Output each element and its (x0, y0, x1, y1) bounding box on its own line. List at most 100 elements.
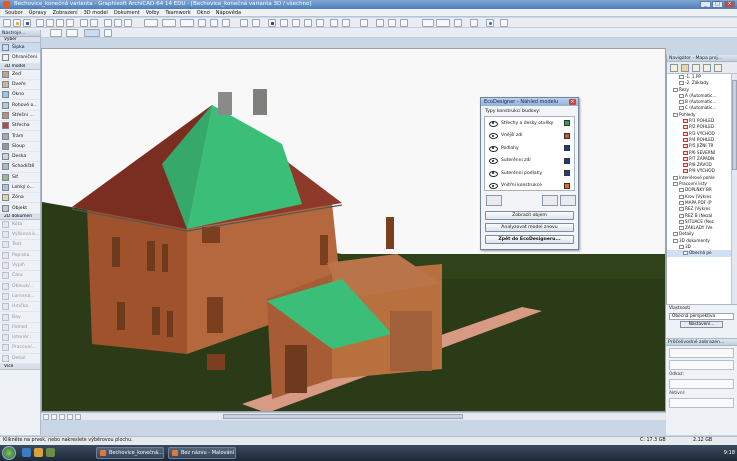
tool-item[interactable]: Objekt (0, 203, 40, 214)
zoom-out-icon[interactable] (51, 414, 57, 420)
menu-document[interactable]: Dokument (111, 10, 143, 16)
reference-field[interactable] (669, 379, 734, 389)
worksheet-icon[interactable] (342, 19, 350, 27)
ie-icon[interactable] (22, 448, 31, 457)
menu-edit[interactable]: Úpravy (26, 10, 50, 16)
tool-item[interactable]: Trám (0, 131, 40, 142)
tool-item[interactable]: Detail (0, 354, 40, 364)
tool-item[interactable]: Výšková k... (0, 230, 40, 241)
color-swatch[interactable] (564, 170, 570, 176)
tool-item[interactable]: Lomená... (0, 292, 40, 303)
render-icon[interactable] (376, 19, 384, 27)
display-options-icon[interactable] (422, 19, 434, 27)
marquee-rect-icon[interactable] (50, 29, 62, 37)
trace-options-row[interactable] (669, 360, 734, 370)
color-swatch[interactable] (564, 120, 570, 126)
detail-icon[interactable] (316, 19, 324, 27)
close-button[interactable]: × (724, 1, 735, 8)
marquee-active-icon[interactable] (84, 29, 100, 37)
layout-book-icon[interactable] (692, 64, 700, 72)
3d-window-icon[interactable] (268, 19, 276, 27)
tool-item[interactable]: Sloup (0, 142, 40, 152)
tool-item[interactable]: Hrnčka (0, 302, 40, 313)
tool-item[interactable]: Zóna (0, 193, 40, 204)
structure-type-row[interactable]: Podlahy (485, 142, 574, 155)
menu-teamwork[interactable]: Teamwork (162, 10, 193, 16)
toggle-tool-icon[interactable] (542, 195, 558, 206)
selection-tool-icon[interactable] (486, 195, 502, 206)
model-view-dropdown[interactable] (436, 19, 450, 27)
tool-item[interactable]: Deska (0, 152, 40, 163)
tool-arrow[interactable]: Šipka (0, 43, 40, 54)
tool-item[interactable]: Kóta (0, 220, 40, 231)
maximize-button[interactable]: □ (712, 1, 723, 8)
back-to-ecodesigner-button[interactable]: Zpět do EcoDesigneru... (485, 235, 574, 244)
structure-type-row[interactable]: Suterénní zdi (485, 155, 574, 168)
layer-icon[interactable] (222, 19, 230, 27)
menu-file[interactable]: Soubor (2, 10, 26, 16)
settings-icon[interactable] (400, 19, 408, 27)
task-paint[interactable]: Bez názvu - Malování (168, 447, 236, 459)
trace-control-row[interactable] (669, 348, 734, 358)
photo-icon[interactable] (388, 19, 396, 27)
eye-icon[interactable] (489, 133, 498, 140)
start-button[interactable] (2, 446, 16, 460)
guide-dropdown[interactable] (162, 19, 176, 27)
structure-type-row[interactable]: Vnější zdi (485, 130, 574, 143)
color-swatch[interactable] (564, 182, 570, 189)
tool-item[interactable]: Dveře (0, 80, 40, 91)
tool-item[interactable]: Čára (0, 271, 40, 282)
floor-plan-icon[interactable] (280, 19, 288, 27)
project-map-icon[interactable] (670, 64, 678, 72)
tool-item[interactable]: Bay (0, 312, 40, 323)
show-volume-button[interactable]: Zobrazit objem (485, 211, 574, 220)
settings-button[interactable]: Nastavení... (680, 321, 723, 328)
eye-icon[interactable] (489, 183, 498, 190)
print-icon[interactable] (36, 19, 44, 27)
properties-label[interactable]: Vlastnosti (666, 305, 737, 312)
tool-item[interactable]: Síť (0, 173, 40, 183)
tool-item[interactable]: Pohled (0, 323, 40, 334)
pointer-icon[interactable] (104, 29, 112, 37)
color-swatch[interactable] (564, 157, 570, 164)
save-icon[interactable] (23, 19, 31, 27)
color-swatch[interactable] (564, 145, 570, 151)
undo-icon[interactable] (80, 19, 88, 27)
tool-item[interactable]: Popiska (0, 251, 40, 261)
snap-dropdown[interactable] (144, 19, 158, 27)
highlight-tool-icon[interactable] (560, 195, 576, 206)
tool-item[interactable]: Pracovní... (0, 343, 40, 354)
menu-help[interactable]: Nápověda (213, 10, 244, 16)
globe-icon[interactable] (486, 19, 494, 27)
view-name-field[interactable]: Obecná perspektiva (669, 313, 734, 320)
minimize-button[interactable]: _ (700, 1, 711, 8)
redo-icon[interactable] (90, 19, 98, 27)
align-icon[interactable] (252, 19, 260, 27)
cut-icon[interactable] (46, 19, 54, 27)
active-field[interactable] (669, 398, 734, 408)
walk-icon[interactable] (470, 19, 478, 27)
paste-icon[interactable] (66, 19, 74, 27)
selection-info-icon[interactable] (360, 19, 368, 27)
navigator-item[interactable]: Obecná pe (667, 250, 732, 257)
tool-item[interactable]: Lehký o... (0, 183, 40, 194)
horizontal-scrollbar[interactable] (223, 414, 463, 419)
inject-icon[interactable] (114, 19, 122, 27)
open-icon[interactable] (13, 19, 21, 27)
eyedropper-icon[interactable] (124, 19, 132, 27)
tool-item[interactable]: Výplň (0, 261, 40, 272)
orbit-icon[interactable] (67, 414, 73, 420)
view-map-icon[interactable] (681, 64, 689, 72)
trace-icon[interactable] (240, 19, 248, 27)
layout-icon[interactable] (330, 19, 338, 27)
menu-view[interactable]: Zobrazení (50, 10, 81, 16)
reanalyze-model-button[interactable]: Analyzovat model znovu (485, 223, 574, 232)
grid-dropdown[interactable] (180, 19, 194, 27)
color-swatch[interactable] (564, 132, 570, 139)
menu-3d-model[interactable]: 3D model (81, 10, 111, 16)
help-icon[interactable] (500, 19, 508, 27)
magic-wand-icon[interactable] (210, 19, 218, 27)
copy-icon[interactable] (56, 19, 64, 27)
eye-icon[interactable] (489, 158, 498, 165)
toolbox-section-more[interactable]: Více (0, 363, 40, 370)
